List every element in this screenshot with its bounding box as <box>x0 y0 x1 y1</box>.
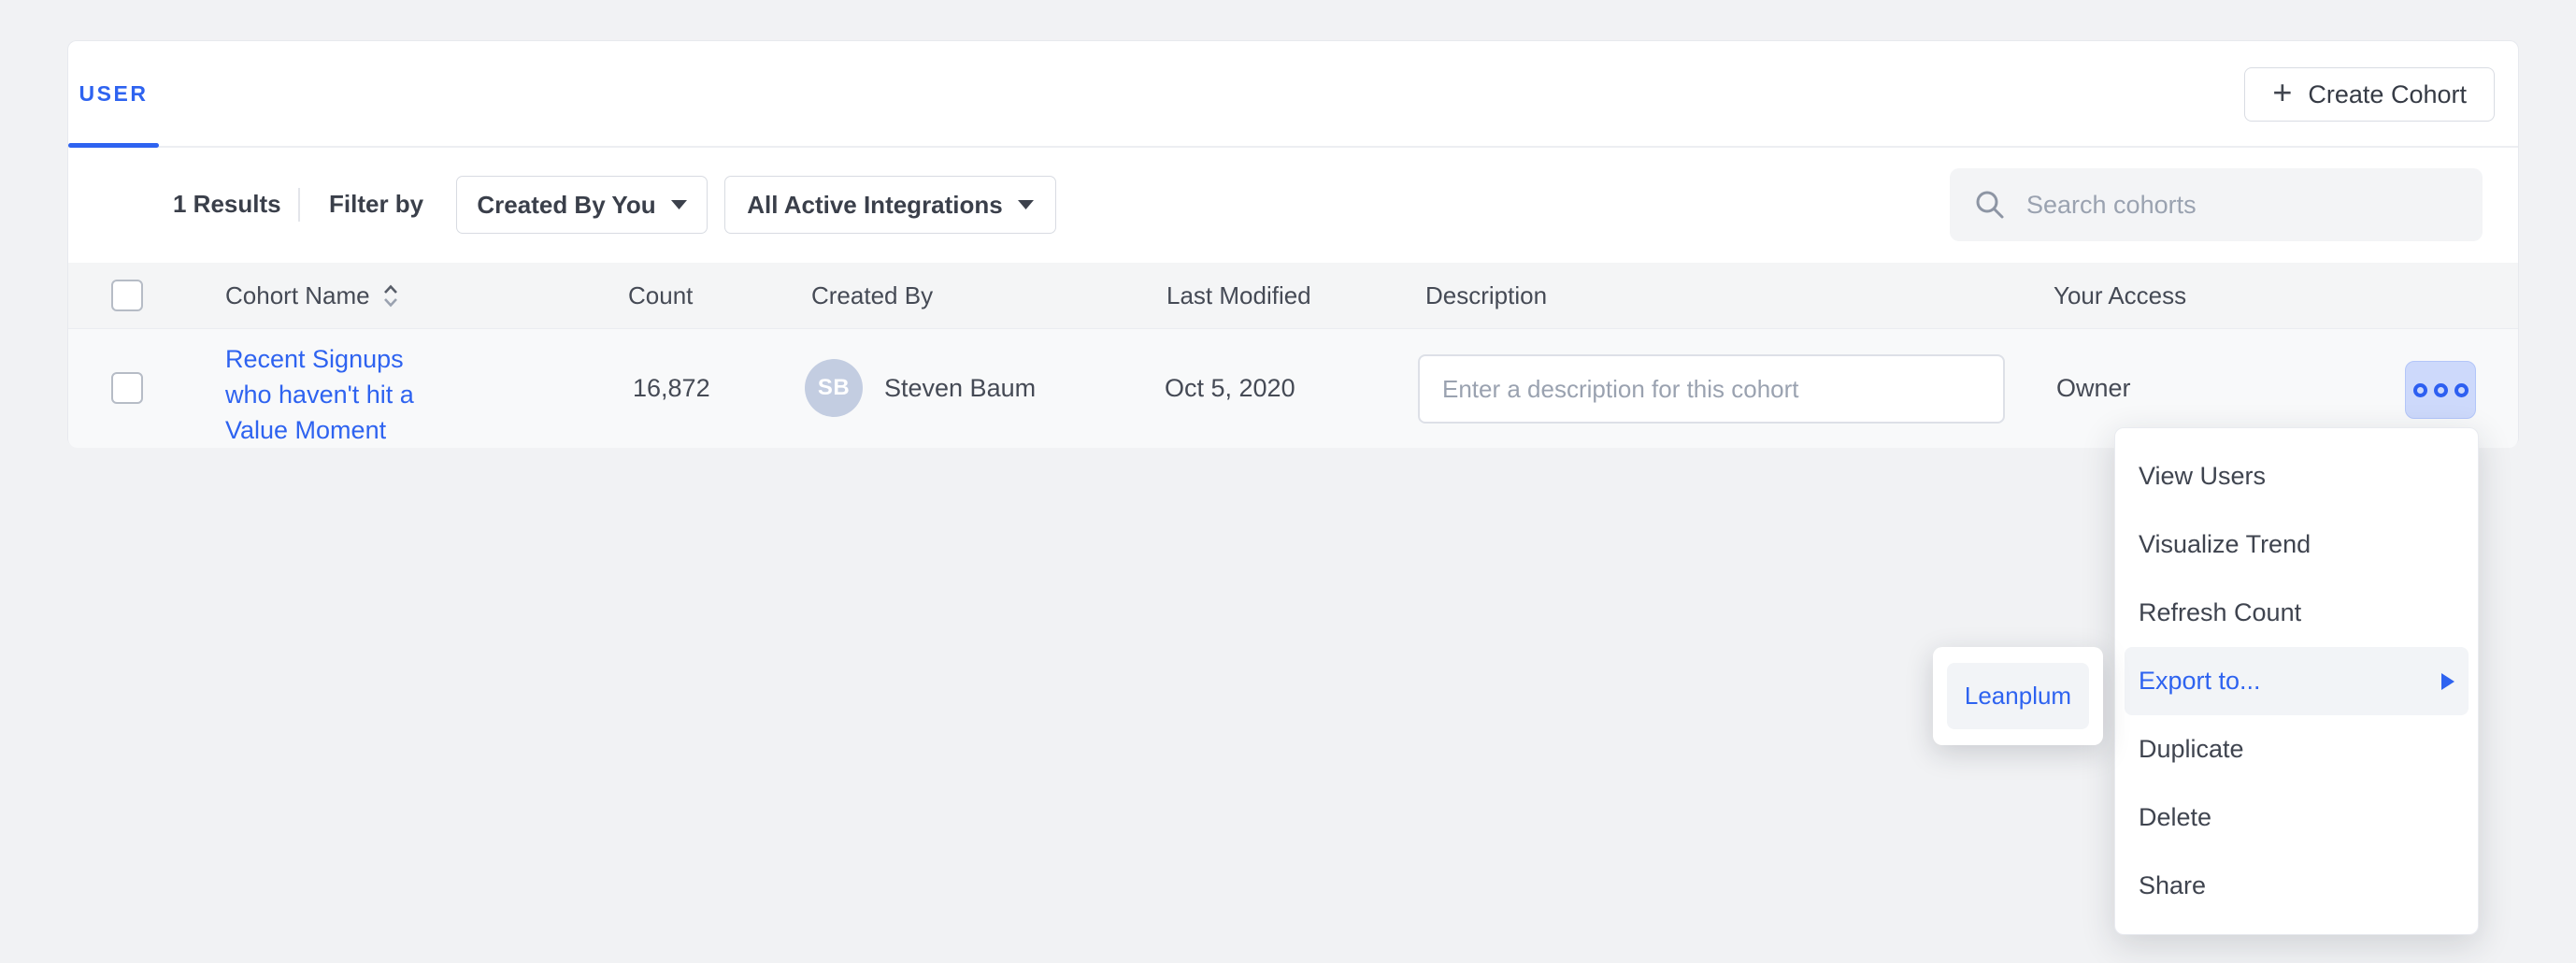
creator-avatar: SB <box>805 359 863 417</box>
submenu-item-leanplum[interactable]: Leanplum <box>1947 663 2089 729</box>
integrations-dropdown-label: All Active Integrations <box>747 191 1003 220</box>
menu-item-refresh-count[interactable]: Refresh Count <box>2125 579 2469 647</box>
divider <box>298 188 300 222</box>
creator-name: Steven Baum <box>884 329 1036 448</box>
cohorts-page: { "tabs": { "user_label": "USER" }, "hea… <box>0 0 2576 963</box>
created-by-dropdown-label: Created By You <box>477 191 655 220</box>
select-all-checkbox[interactable] <box>111 280 143 311</box>
search-input[interactable] <box>2025 190 2458 221</box>
last-modified-date: Oct 5, 2020 <box>1165 329 1295 448</box>
column-header-last-modified: Last Modified <box>1166 263 1311 328</box>
row-checkbox[interactable] <box>111 372 143 404</box>
created-by-dropdown[interactable]: Created By You <box>456 176 708 234</box>
tab-bar: USER + Create Cohort <box>68 41 2518 148</box>
more-dots-icon <box>2454 383 2469 397</box>
menu-item-share[interactable]: Share <box>2125 852 2469 920</box>
menu-item-export-label: Export to... <box>2139 667 2261 696</box>
menu-item-duplicate[interactable]: Duplicate <box>2125 715 2469 783</box>
tab-user[interactable]: USER <box>68 41 159 146</box>
cohort-name-link[interactable]: Recent Signups who haven't hit a Value M… <box>225 341 454 448</box>
submenu-arrow-icon <box>2441 673 2454 690</box>
cohorts-panel: USER + Create Cohort 1 Results Filter by… <box>67 40 2519 447</box>
menu-item-delete[interactable]: Delete <box>2125 783 2469 852</box>
search-box <box>1950 168 2483 241</box>
more-dots-icon <box>2434 383 2448 397</box>
plus-icon: + <box>2272 76 2292 109</box>
description-input[interactable] <box>1418 354 2005 424</box>
column-header-your-access: Your Access <box>2054 263 2186 328</box>
column-header-cohort-name[interactable]: Cohort Name <box>225 263 400 328</box>
cohort-count: 16,872 <box>633 329 710 448</box>
menu-item-view-users[interactable]: View Users <box>2125 442 2469 510</box>
search-icon <box>1974 189 2006 221</box>
tab-user-label: USER <box>79 81 149 107</box>
create-cohort-button[interactable]: + Create Cohort <box>2244 67 2495 122</box>
integrations-dropdown[interactable]: All Active Integrations <box>724 176 1056 234</box>
table-header-row: Cohort Name Count Created By Last Modifi… <box>68 263 2518 328</box>
export-submenu: Leanplum <box>1933 647 2103 745</box>
menu-item-visualize-trend[interactable]: Visualize Trend <box>2125 510 2469 579</box>
sort-icon <box>381 283 400 309</box>
column-header-count: Count <box>628 263 693 328</box>
chevron-down-icon <box>1018 200 1034 209</box>
results-count: 1 Results <box>173 146 281 263</box>
more-actions-button[interactable] <box>2405 361 2476 419</box>
column-header-created-by: Created By <box>811 263 933 328</box>
row-context-menu: View Users Visualize Trend Refresh Count… <box>2114 427 2479 935</box>
create-cohort-label: Create Cohort <box>2308 80 2467 109</box>
column-header-label: Cohort Name <box>225 281 370 310</box>
filter-by-label: Filter by <box>329 146 423 263</box>
column-header-description: Description <box>1425 263 1547 328</box>
filter-bar: 1 Results Filter by Created By You All A… <box>68 146 2518 263</box>
more-dots-icon <box>2413 383 2427 397</box>
chevron-down-icon <box>671 200 687 209</box>
menu-item-export-to[interactable]: Export to... <box>2125 647 2469 715</box>
